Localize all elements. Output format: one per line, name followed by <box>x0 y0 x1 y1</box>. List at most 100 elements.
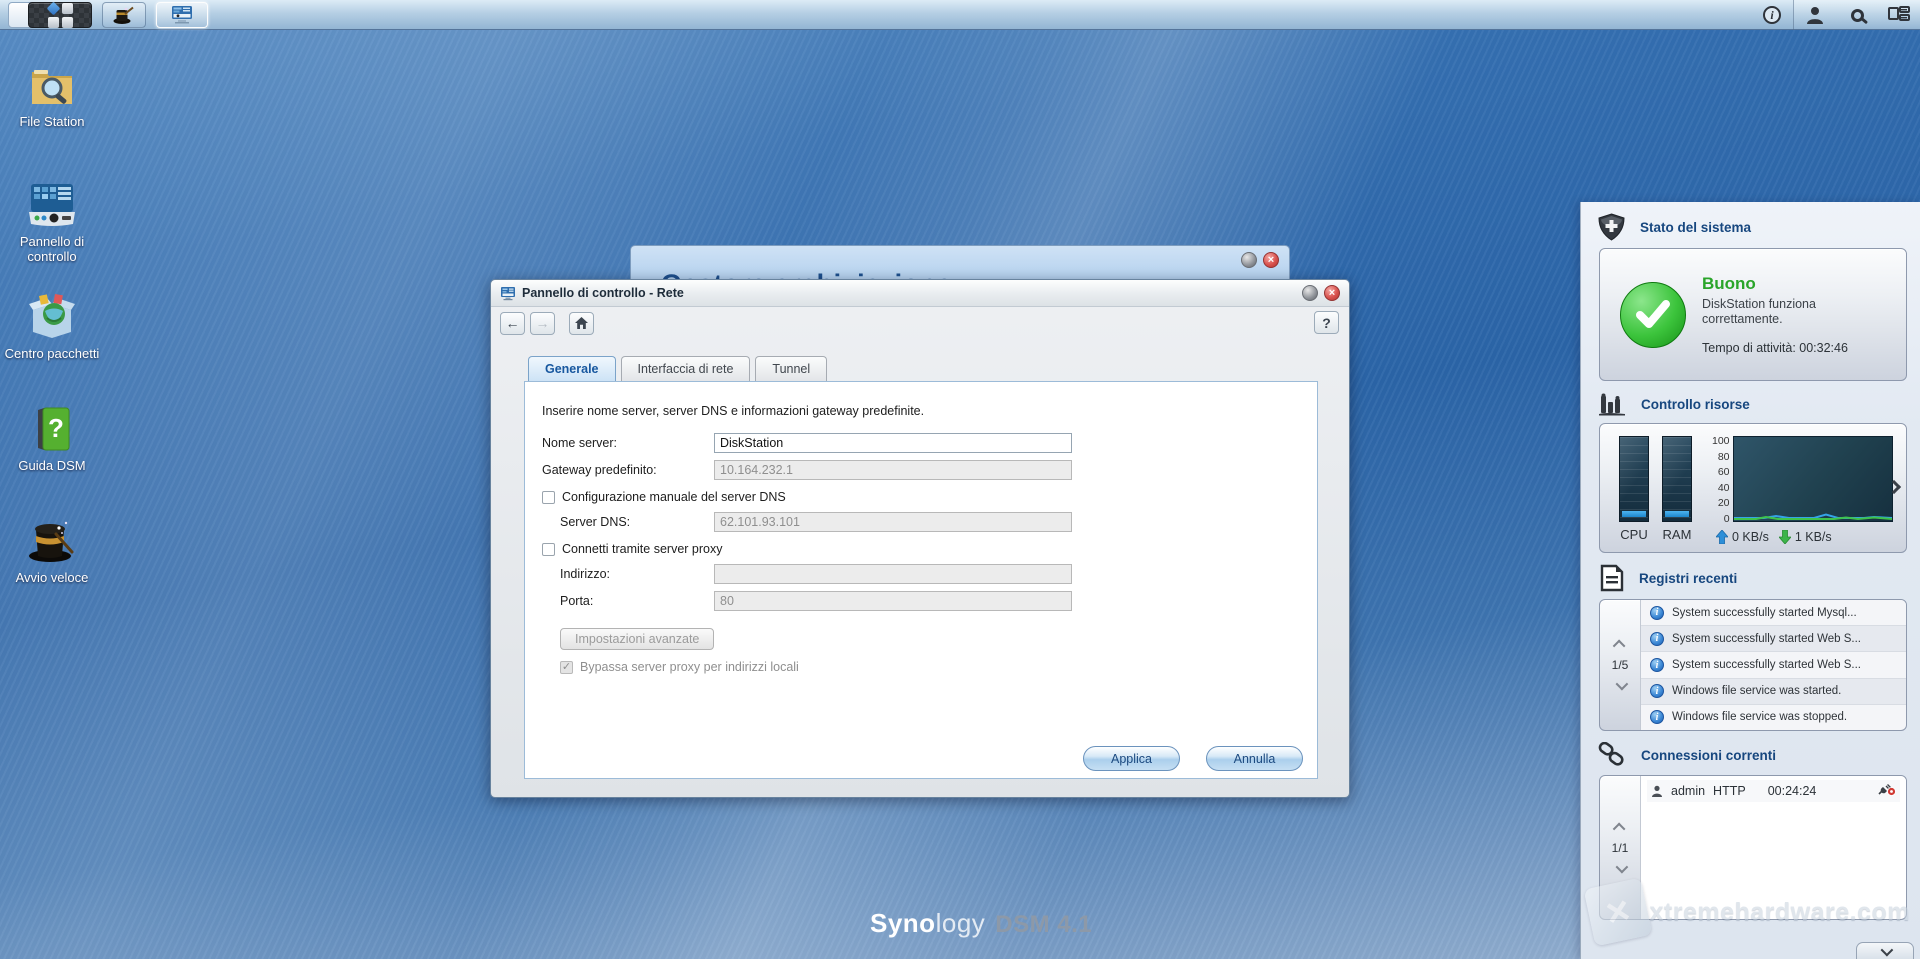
status-ok-icon <box>1620 282 1686 348</box>
bypass-proxy-checkbox: ✓ <box>560 661 573 674</box>
current-connections-title: Connessioni correnti <box>1641 748 1776 763</box>
tab-tunnel[interactable]: Tunnel <box>755 356 827 381</box>
chevron-up-icon[interactable] <box>1612 640 1625 653</box>
tab-interfaccia-di-rete[interactable]: Interfaccia di rete <box>621 356 751 381</box>
resource-monitor-card: CPU RAM 100 80 60 40 20 0 <box>1599 423 1907 553</box>
desktop-icon-dsm-help[interactable]: ? Guida DSM <box>4 402 100 473</box>
dns-server-label: Server DNS: <box>560 515 714 529</box>
log-entry[interactable]: i System successfully started Web S... <box>1641 626 1906 652</box>
info-circle-icon: i <box>1650 658 1664 672</box>
connections-page-indicator: 1/1 <box>1612 841 1629 855</box>
recent-logs-title: Registri recenti <box>1639 571 1737 586</box>
magic-hat-icon <box>113 5 135 25</box>
close-icon[interactable]: × <box>1263 252 1279 268</box>
cpu-label: CPU <box>1618 527 1650 542</box>
recent-logs-card: 1/5 i System successfully started Mysql.… <box>1599 599 1907 731</box>
dns-server-input <box>714 512 1072 532</box>
info-circle-icon: i <box>1650 684 1664 698</box>
sidebar-collapse-button[interactable] <box>1856 942 1914 959</box>
dialog-toolbar: ← → ? <box>491 307 1349 339</box>
proxy-port-input <box>714 591 1072 611</box>
home-button[interactable] <box>569 312 594 335</box>
proxy-port-label: Porta: <box>560 594 714 608</box>
tab-content-panel: Inserire nome server, server DNS e infor… <box>524 381 1318 779</box>
desktop-icon-package-center[interactable]: Centro pacchetti <box>4 290 100 361</box>
download-arrow-icon <box>1779 530 1791 544</box>
home-icon <box>575 317 588 329</box>
control-panel-network-dialog: Pannello di controllo - Rete × ← → ? Gen… <box>490 279 1350 798</box>
download-rate: 1 KB/s <box>1795 530 1832 544</box>
control-panel-window-icon <box>170 5 194 25</box>
network-chart: 100 80 60 40 20 0 <box>1712 436 1893 524</box>
cancel-button[interactable]: Annulla <box>1206 746 1303 771</box>
log-entry[interactable]: i System successfully started Mysql... <box>1641 600 1906 626</box>
log-entry[interactable]: i Windows file service was started. <box>1641 679 1906 705</box>
chart-plot-area <box>1733 436 1893 522</box>
chevron-down-icon[interactable] <box>1615 860 1628 873</box>
background-window-storage-manager[interactable]: Gestore archiviazione × <box>630 245 1290 282</box>
dns-manual-label: Configurazione manuale del server DNS <box>562 490 786 504</box>
person-icon <box>1651 785 1663 797</box>
main-menu-icon <box>48 3 73 28</box>
upload-arrow-icon <box>1716 530 1728 544</box>
forward-button: → <box>530 312 555 335</box>
desktop-icon-label: Pannello di controllo <box>4 234 100 264</box>
chevron-down-icon[interactable] <box>1615 678 1628 691</box>
log-entry[interactable]: i System successfully started Web S... <box>1641 652 1906 678</box>
connection-row: admin HTTP 00:24:24 <box>1647 780 1900 802</box>
tab-strip: Generale Interfaccia di rete Tunnel <box>528 356 1349 381</box>
bar-chart-icon <box>1598 392 1626 416</box>
cpu-gauge <box>1619 436 1649 522</box>
system-status-title: Stato del sistema <box>1640 220 1751 235</box>
default-gateway-input <box>714 460 1072 480</box>
close-icon[interactable]: × <box>1324 285 1340 301</box>
dialog-titlebar[interactable]: Pannello di controllo - Rete × <box>491 280 1349 307</box>
link-icon <box>1598 742 1626 768</box>
info-button[interactable]: i <box>1751 2 1793 28</box>
desktop-icon-label: Guida DSM <box>4 458 100 473</box>
taskbar-control-panel-window-button[interactable] <box>156 2 208 28</box>
minimize-icon[interactable] <box>1302 285 1318 301</box>
info-circle-icon: i <box>1650 710 1664 724</box>
log-document-icon <box>1598 564 1624 592</box>
user-icon <box>1805 5 1825 25</box>
dns-manual-checkbox[interactable] <box>542 491 555 504</box>
apply-button[interactable]: Applica <box>1083 746 1180 771</box>
connection-protocol: HTTP <box>1713 784 1746 798</box>
dsm-help-icon: ? <box>30 406 74 452</box>
bypass-proxy-label: Bypassa server proxy per indirizzi local… <box>580 660 799 674</box>
search-button[interactable] <box>1836 2 1878 28</box>
minimize-icon[interactable] <box>1241 252 1257 268</box>
form-intro-text: Inserire nome server, server DNS e infor… <box>542 404 1301 418</box>
connection-time: 00:24:24 <box>1768 784 1817 798</box>
server-name-input[interactable] <box>714 433 1072 453</box>
back-button[interactable]: ← <box>500 312 525 335</box>
advanced-settings-button: Impostazioni avanzate <box>560 628 714 650</box>
default-gateway-label: Gateway predefinito: <box>542 463 714 477</box>
log-entry[interactable]: i Windows file service was stopped. <box>1641 705 1906 730</box>
quick-launch-button[interactable] <box>102 2 146 28</box>
chevron-up-icon[interactable] <box>1612 822 1625 835</box>
desktop-icon-quick-start[interactable]: Avvio veloce <box>4 514 100 585</box>
help-button[interactable]: ? <box>1314 311 1339 334</box>
pilot-view-button[interactable] <box>1878 2 1920 28</box>
desktop-icon-label: Avvio veloce <box>4 570 100 585</box>
file-station-icon <box>28 64 76 108</box>
desktop-icon-file-station[interactable]: File Station <box>4 58 100 129</box>
control-panel-icon <box>27 182 77 228</box>
user-menu-button[interactable] <box>1794 2 1836 28</box>
logs-page-indicator: 1/5 <box>1612 658 1629 672</box>
search-icon <box>1851 9 1864 22</box>
disconnect-icon[interactable] <box>1878 783 1896 799</box>
ram-gauge <box>1662 436 1692 522</box>
resource-monitor-title: Controllo risorse <box>1641 397 1750 412</box>
proxy-checkbox[interactable] <box>542 543 555 556</box>
window-monitor-icon <box>500 286 516 301</box>
proxy-address-label: Indirizzo: <box>560 567 714 581</box>
ram-label: RAM <box>1661 527 1693 542</box>
desktop-icon-control-panel[interactable]: Pannello di controllo <box>4 178 100 264</box>
tab-generale[interactable]: Generale <box>528 356 616 381</box>
main-menu-button[interactable] <box>28 2 92 28</box>
info-icon: i <box>1763 6 1781 24</box>
desktop-icon-label: File Station <box>4 114 100 129</box>
